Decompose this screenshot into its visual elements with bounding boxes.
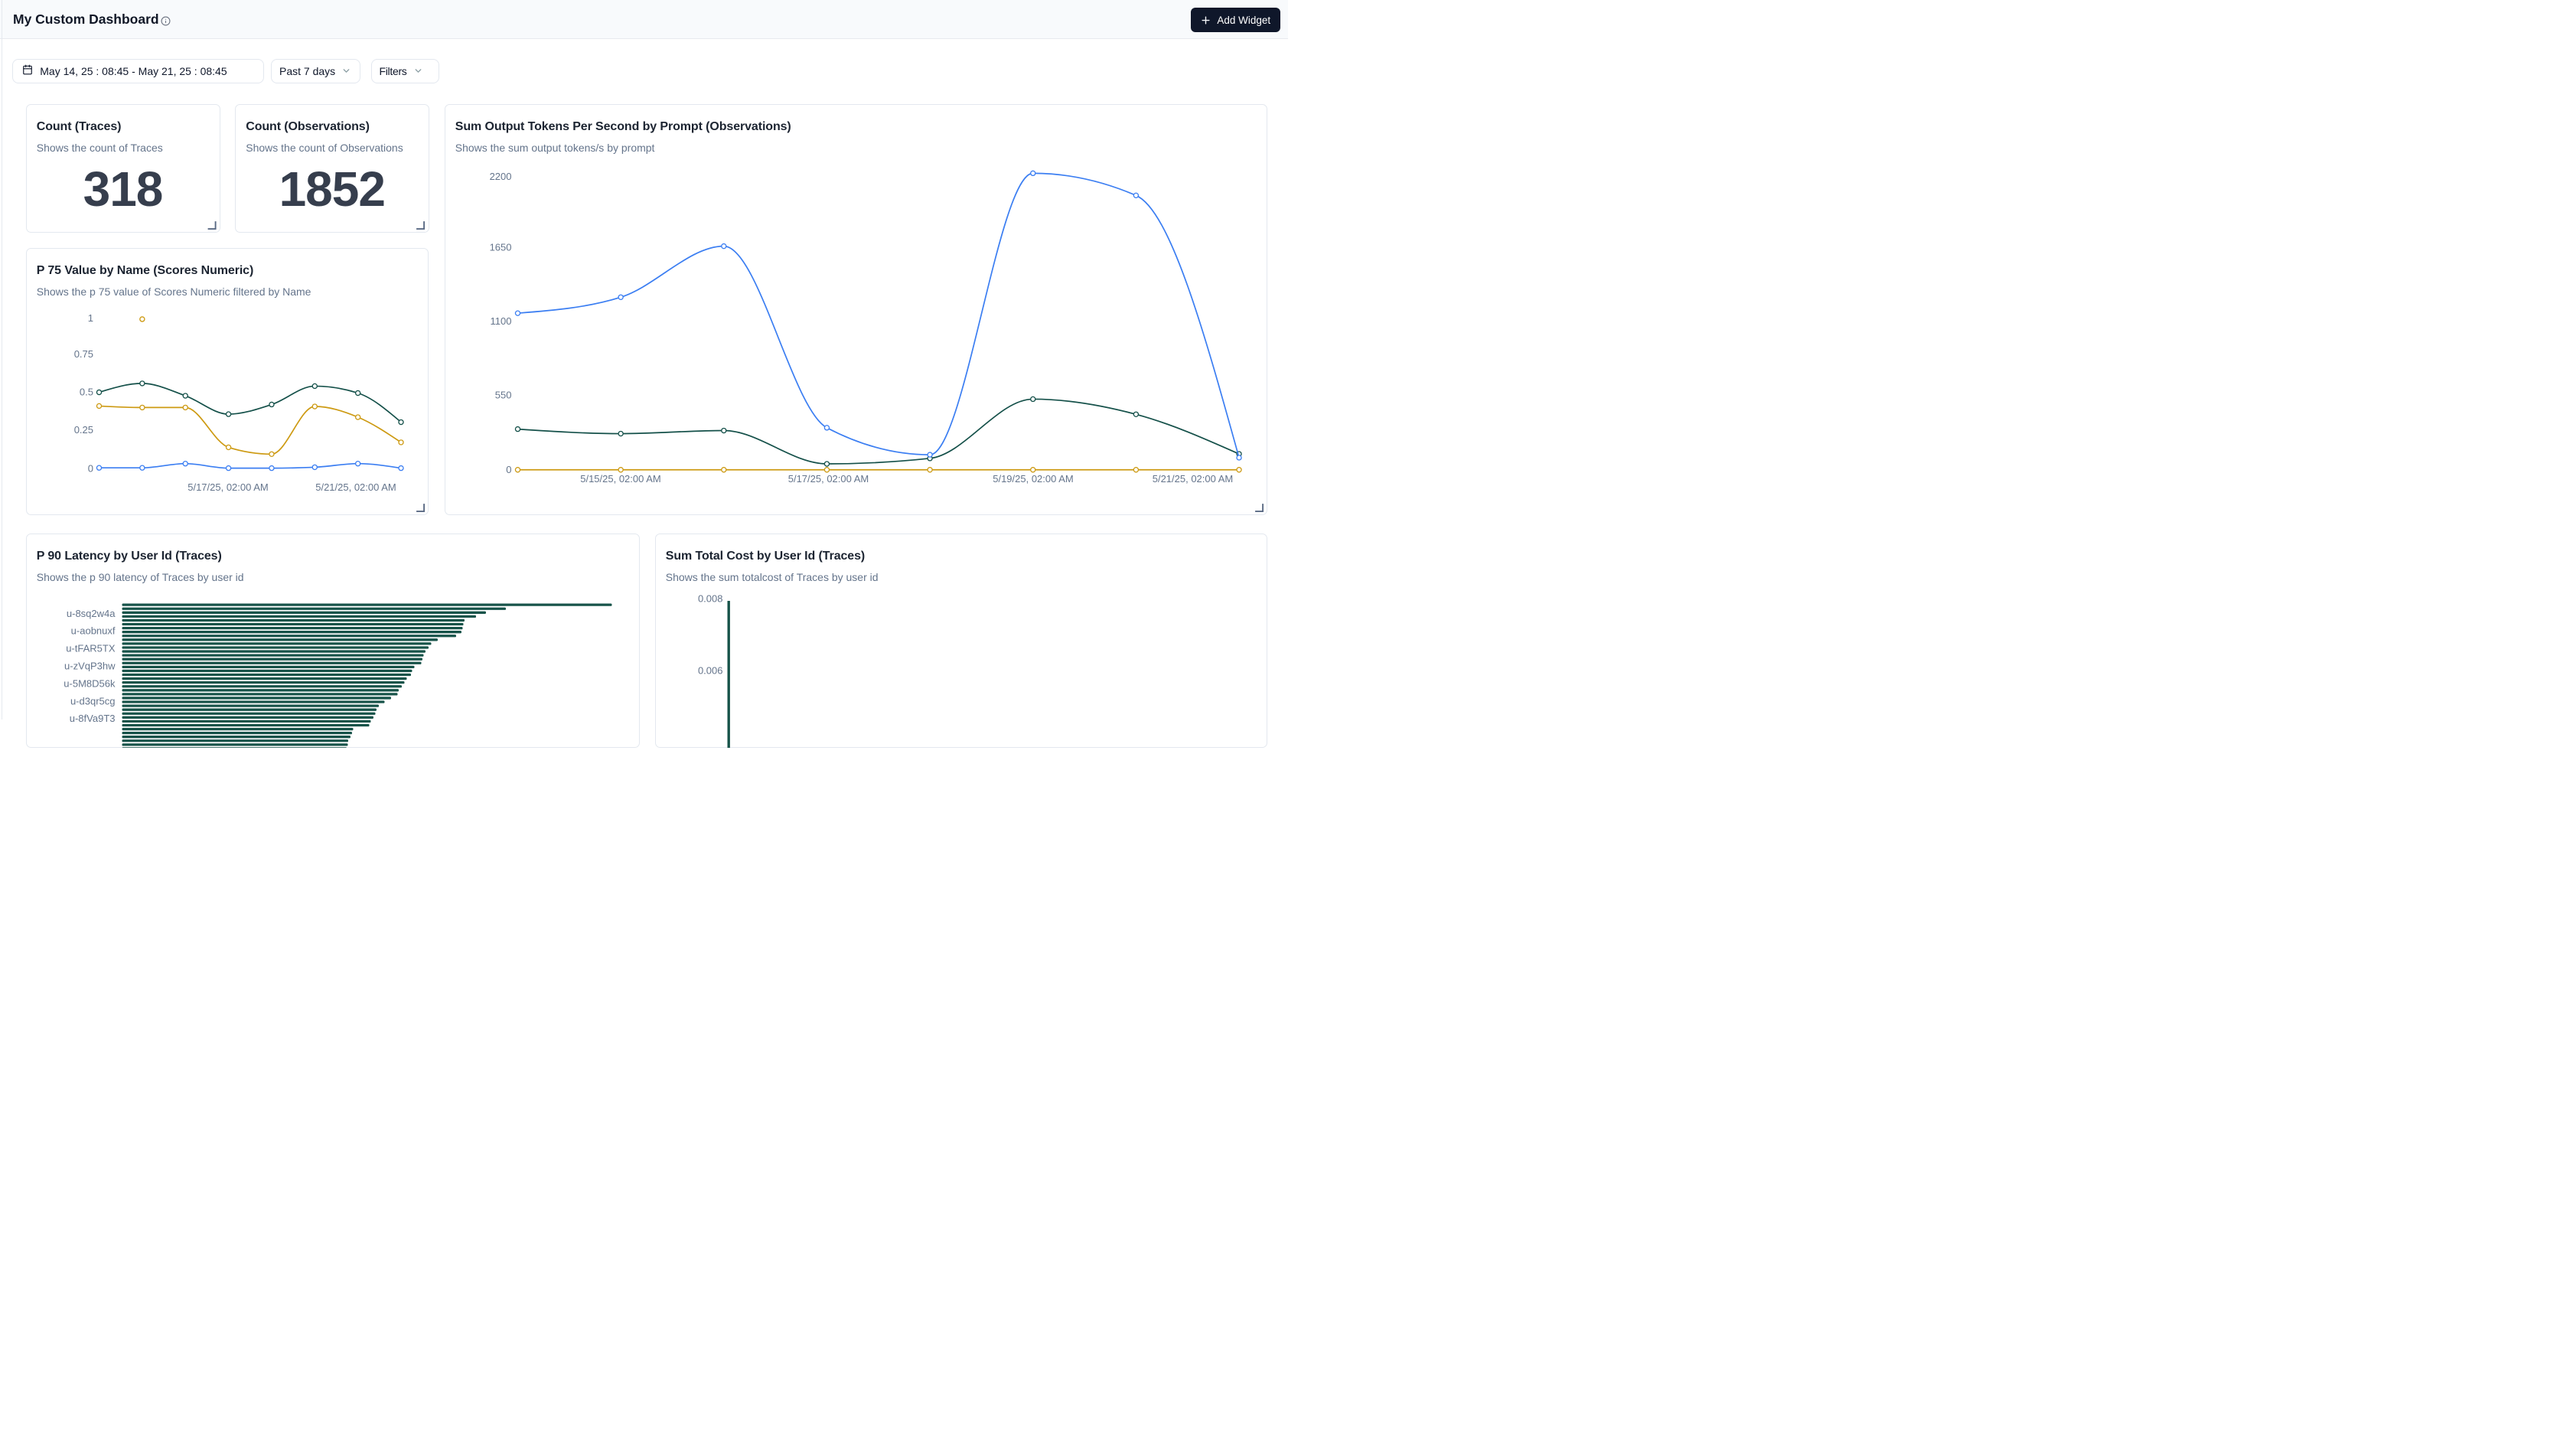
svg-text:0: 0 xyxy=(506,464,511,475)
svg-text:u-8fVa9T3: u-8fVa9T3 xyxy=(69,713,115,724)
svg-text:u-tFAR5TX: u-tFAR5TX xyxy=(66,642,116,654)
svg-text:u-d3qr5cg: u-d3qr5cg xyxy=(70,695,115,706)
svg-text:0.008: 0.008 xyxy=(697,592,722,604)
svg-text:5/17/25, 02:00 AM: 5/17/25, 02:00 AM xyxy=(187,481,269,492)
svg-text:0.5: 0.5 xyxy=(79,386,93,397)
svg-text:0.75: 0.75 xyxy=(73,348,93,359)
svg-text:550: 550 xyxy=(494,389,511,400)
svg-text:2200: 2200 xyxy=(489,171,511,182)
svg-text:u-5M8D56k: u-5M8D56k xyxy=(64,677,116,689)
svg-text:u-8sq2w4a: u-8sq2w4a xyxy=(66,607,115,618)
svg-text:0: 0 xyxy=(87,462,93,474)
svg-text:u-zVqP3hw: u-zVqP3hw xyxy=(64,660,116,671)
svg-text:1100: 1100 xyxy=(490,315,511,326)
svg-text:5/21/25, 02:00 AM: 5/21/25, 02:00 AM xyxy=(315,481,396,492)
svg-text:1: 1 xyxy=(87,312,93,323)
svg-text:u-aobnuxf: u-aobnuxf xyxy=(70,625,115,636)
svg-text:5/15/25, 02:00 AM: 5/15/25, 02:00 AM xyxy=(580,472,661,484)
svg-text:5/21/25, 02:00 AM: 5/21/25, 02:00 AM xyxy=(1152,472,1233,484)
svg-text:0.006: 0.006 xyxy=(697,664,722,676)
svg-text:5/17/25, 02:00 AM: 5/17/25, 02:00 AM xyxy=(787,472,869,484)
svg-text:1650: 1650 xyxy=(489,241,511,253)
svg-text:0.25: 0.25 xyxy=(73,423,93,435)
svg-text:5/19/25, 02:00 AM: 5/19/25, 02:00 AM xyxy=(993,472,1074,484)
